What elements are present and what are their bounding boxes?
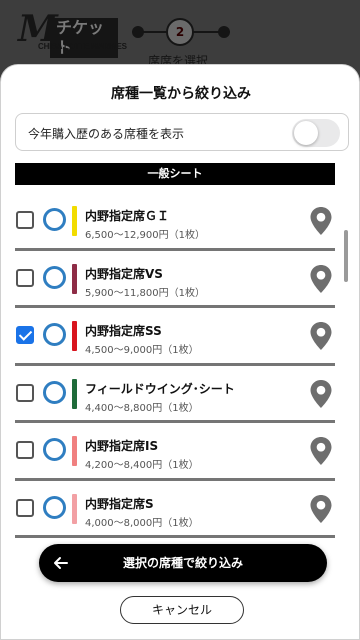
seat-price: 6,500〜12,900円（1枚） bbox=[85, 230, 205, 241]
seat-checkbox[interactable] bbox=[16, 268, 34, 287]
seat-checkbox[interactable] bbox=[16, 383, 34, 402]
map-pin-icon[interactable] bbox=[309, 206, 333, 236]
seat-checkbox[interactable] bbox=[16, 498, 34, 517]
logo-subtitle: CHIBA LOTTE MARINES bbox=[38, 42, 127, 51]
seat-name: 内野指定席S bbox=[85, 496, 154, 511]
logo: M チケット CHIBA LOTTE MARINES bbox=[18, 10, 127, 58]
seat-price: 5,900〜11,800円（1枚） bbox=[85, 287, 205, 299]
map-pin-icon[interactable] bbox=[309, 321, 333, 351]
seat-type-item[interactable]: フィールドウイング･シート 4,400〜8,800円（1枚） bbox=[15, 366, 335, 423]
cancel-button[interactable]: キャンセル bbox=[120, 596, 244, 624]
toggle-knob bbox=[294, 121, 318, 145]
apply-filter-label: 選択の席種で絞り込み bbox=[122, 556, 243, 570]
map-pin-icon[interactable] bbox=[309, 264, 333, 294]
seat-type-item[interactable]: 内野指定席SS 4,500〜9,000円（1枚） bbox=[15, 308, 335, 366]
seat-name: 内野指定席IS bbox=[85, 439, 159, 453]
seat-type-item[interactable]: 内野指定席ＧＩ 6,500〜12,900円（1枚） bbox=[15, 193, 335, 251]
map-pin-icon[interactable] bbox=[309, 436, 333, 466]
availability-circle-icon bbox=[43, 265, 66, 289]
seat-price: 4,200〜8,400円（1枚） bbox=[85, 460, 199, 471]
toggle-label: 今年購入歴のある席種を表示 bbox=[28, 127, 185, 141]
step-dot-3 bbox=[218, 26, 230, 38]
seat-type-list: 内野指定席ＧＩ 6,500〜12,900円（1枚） 内野指定席VS 5,900〜11,… bbox=[15, 193, 335, 538]
seat-color-bar bbox=[72, 378, 77, 409]
seat-color-bar bbox=[72, 321, 77, 351]
logo-text: チケット bbox=[50, 18, 118, 58]
step-current: 2 bbox=[166, 18, 194, 46]
seat-name: 内野指定席SS bbox=[85, 324, 162, 338]
availability-circle-icon bbox=[43, 495, 66, 519]
purchase-history-toggle-row: 今年購入歴のある席種を表示 bbox=[15, 113, 349, 151]
seat-color-bar bbox=[72, 436, 77, 466]
seat-color-bar bbox=[72, 263, 77, 294]
seat-price: 4,000〜8,000円（1枚） bbox=[85, 517, 199, 529]
seat-checkbox[interactable] bbox=[16, 211, 34, 229]
scrollbar-thumb[interactable] bbox=[344, 230, 348, 282]
availability-circle-icon bbox=[43, 323, 66, 346]
seat-color-bar bbox=[72, 206, 77, 236]
sheet-title: 席種一覧から絞り込み bbox=[111, 86, 251, 102]
seat-price: 4,500〜9,000円（1枚） bbox=[85, 345, 199, 356]
availability-circle-icon bbox=[43, 380, 66, 404]
apply-filter-button[interactable]: 選択の席種で絞り込み bbox=[39, 544, 327, 582]
availability-circle-icon bbox=[43, 438, 66, 461]
step-dot-1 bbox=[132, 26, 144, 38]
section-header: 一般シート bbox=[15, 163, 335, 185]
seat-name: 内野指定席ＧＩ bbox=[85, 209, 170, 223]
seat-type-item[interactable]: 内野指定席IS 4,200〜8,400円（1枚） bbox=[15, 423, 335, 481]
map-pin-icon[interactable] bbox=[309, 494, 333, 524]
availability-circle-icon bbox=[43, 208, 66, 231]
seat-name: 内野指定席VS bbox=[85, 266, 163, 281]
map-pin-icon[interactable] bbox=[309, 379, 333, 409]
seat-checkbox[interactable] bbox=[16, 441, 34, 459]
seat-name: フィールドウイング･シート bbox=[85, 381, 235, 396]
purchase-history-toggle[interactable] bbox=[292, 119, 340, 147]
seat-color-bar bbox=[72, 493, 77, 524]
seat-type-item[interactable]: 内野指定席VS 5,900〜11,800円（1枚） bbox=[15, 251, 335, 308]
seat-type-item[interactable]: 内野指定席S 4,000〜8,000円（1枚） bbox=[15, 481, 335, 538]
seat-checkbox[interactable] bbox=[16, 326, 34, 344]
seat-price: 4,400〜8,800円（1枚） bbox=[85, 402, 199, 414]
